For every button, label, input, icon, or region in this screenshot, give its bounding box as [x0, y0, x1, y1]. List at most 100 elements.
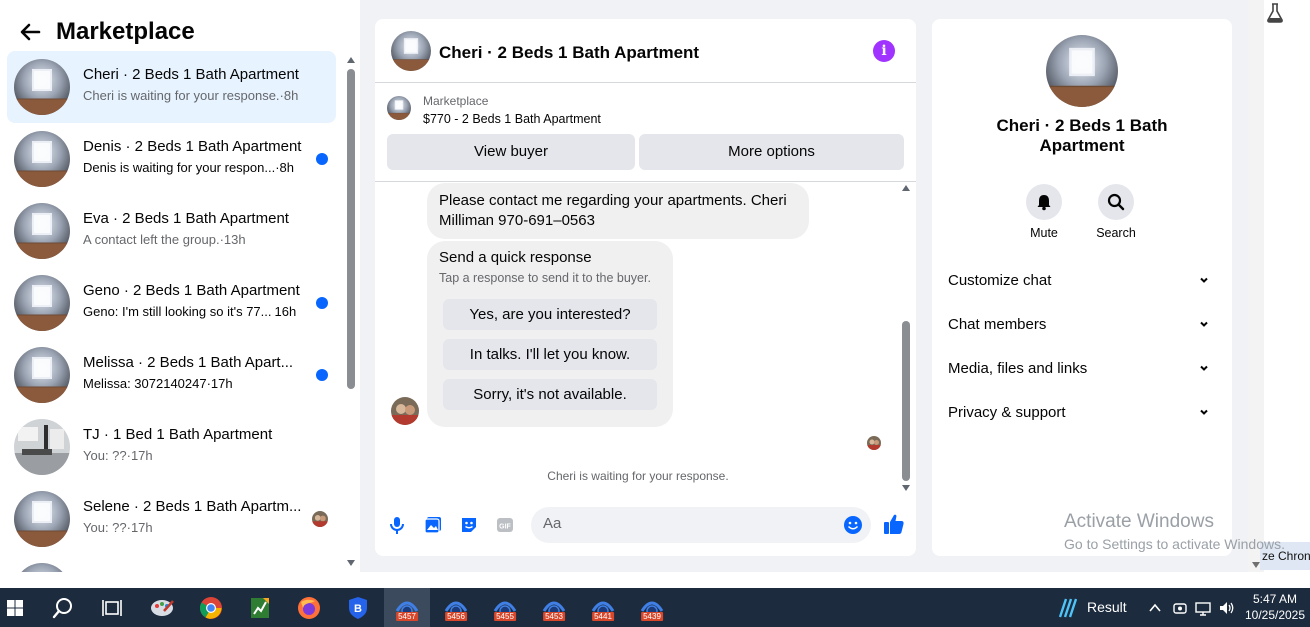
details-name: Cheri · 2 Beds 1 Bath Apartment: [996, 116, 1168, 155]
search-button[interactable]: Search: [1086, 184, 1146, 240]
sticker-icon[interactable]: [459, 515, 479, 535]
incoming-message: Please contact me regarding your apartme…: [427, 183, 809, 239]
avatar[interactable]: [391, 31, 431, 71]
task-view-button[interactable]: [90, 588, 134, 627]
thumbs-up-icon[interactable]: [883, 513, 905, 535]
conversation-item[interactable]: Cheri · 2 Beds 1 Bath Apartment Cheri is…: [7, 51, 336, 123]
view-buyer-button[interactable]: View buyer: [387, 134, 635, 170]
shield-icon: B: [349, 596, 367, 619]
search-circle[interactable]: [1098, 184, 1134, 220]
taskbar-app-chrome[interactable]: [189, 588, 233, 627]
weather-widget[interactable]: [1054, 588, 1080, 627]
customize-chat-section[interactable]: Customize chat: [948, 272, 1216, 296]
page-title: Marketplace: [56, 18, 195, 45]
taskbar-app-chart[interactable]: [238, 588, 282, 627]
instance-badge: 5441: [592, 612, 614, 621]
emoji-icon[interactable]: [843, 515, 863, 535]
chat-title[interactable]: Cheri · 2 Beds 1 Bath Apartment: [439, 43, 699, 63]
marketplace-listing: Marketplace $770 - 2 Beds 1 Bath Apartme…: [375, 84, 916, 182]
conversation-item[interactable]: TJ · 1 Bed 1 Bath Apartment You: ?? ·17h: [7, 411, 336, 483]
taskbar-app-instance[interactable]: 5457: [384, 588, 430, 627]
media-files-links-section[interactable]: Media, files and links: [948, 360, 1216, 384]
conversation-item[interactable]: Selene · 2 Beds 1 Bath Apartm... You: ??…: [7, 483, 336, 555]
message-input-box[interactable]: [531, 507, 871, 543]
mute-circle[interactable]: [1026, 184, 1062, 220]
scrollbar-thumb[interactable]: [902, 321, 910, 481]
taskbar-search[interactable]: [40, 588, 86, 627]
avatar: [14, 491, 70, 547]
avatar: [14, 203, 70, 259]
quick-reply-button[interactable]: Yes, are you interested?: [443, 299, 657, 330]
chat-header: Cheri · 2 Beds 1 Bath Apartment i: [375, 19, 916, 83]
avatar: [14, 419, 70, 475]
conversation-preview: A contact left the group. ·13h: [83, 232, 246, 247]
taskbar-app-instance[interactable]: 5456: [433, 588, 479, 627]
scroll-down-icon[interactable]: [902, 485, 910, 491]
labs-flask-icon[interactable]: [1265, 2, 1285, 24]
clock-date: 10/25/2025: [1244, 608, 1306, 622]
taskbar-app-paint[interactable]: [140, 588, 184, 627]
taskbar-app-firefox[interactable]: [287, 588, 331, 627]
taskbar-app-instance[interactable]: 5439: [629, 588, 675, 627]
avatar: [14, 59, 70, 115]
quick-reply-button[interactable]: Sorry, it's not available.: [443, 379, 657, 410]
mute-button[interactable]: Mute: [1014, 184, 1074, 240]
message-input[interactable]: [543, 515, 833, 532]
sidebar-scrollbar[interactable]: [344, 55, 358, 568]
instance-badge: 5457: [396, 612, 418, 621]
sidebar-header: Marketplace: [18, 16, 195, 48]
page-scrollbar[interactable]: [1248, 0, 1264, 572]
conversation-item[interactable]: [7, 555, 336, 572]
back-arrow-icon[interactable]: [18, 20, 42, 44]
photo-icon[interactable]: [423, 515, 443, 535]
network-button[interactable]: [1193, 588, 1213, 627]
privacy-support-section[interactable]: Privacy & support: [948, 404, 1216, 428]
chart-app-icon: [251, 597, 269, 618]
paint-palette-icon: [151, 599, 174, 616]
taskbar-app-instance[interactable]: 5455: [482, 588, 528, 627]
svg-text:B: B: [354, 603, 362, 615]
gif-icon[interactable]: GIF: [495, 515, 515, 535]
conversation-item[interactable]: Geno · 2 Beds 1 Bath Apartment Geno: I'm…: [7, 267, 336, 339]
quick-reply-button[interactable]: In talks. I'll let you know.: [443, 339, 657, 370]
section-label: Customize chat: [948, 272, 1052, 289]
scroll-down-icon[interactable]: [1252, 562, 1260, 568]
microphone-icon[interactable]: [387, 515, 407, 535]
taskbar-app-instance[interactable]: 5453: [531, 588, 577, 627]
tray-overflow-button[interactable]: [1146, 588, 1164, 627]
conversation-item[interactable]: Melissa · 2 Beds 1 Bath Apart... Melissa…: [7, 339, 336, 411]
volume-button[interactable]: [1216, 588, 1238, 627]
system-clock[interactable]: 5:47 AM 10/25/2025: [1244, 591, 1306, 623]
conversation-item[interactable]: Eva · 2 Beds 1 Bath Apartment A contact …: [7, 195, 336, 267]
taskbar-app-shield[interactable]: B: [336, 588, 380, 627]
start-button[interactable]: [0, 588, 30, 627]
firefox-icon: [298, 596, 320, 619]
seen-avatar: [312, 511, 328, 527]
conversation-name: Melissa · 2 Beds 1 Bath Apart...: [83, 354, 294, 371]
scroll-up-icon[interactable]: [902, 185, 910, 191]
section-label: Privacy & support: [948, 404, 1066, 421]
conversation-preview: You: ?? ·17h: [83, 448, 153, 463]
section-label: Media, files and links: [948, 360, 1088, 377]
conversation-item[interactable]: Denis · 2 Beds 1 Bath Apartment Denis is…: [7, 123, 336, 195]
chat-members-section[interactable]: Chat members: [948, 316, 1216, 340]
unread-dot: [316, 297, 328, 309]
scroll-up-icon[interactable]: [347, 57, 355, 63]
scrollbar-thumb[interactable]: [347, 69, 355, 389]
weather-result-label[interactable]: Result: [1087, 588, 1127, 627]
chat-scrollbar[interactable]: [899, 183, 913, 493]
info-icon[interactable]: i: [873, 40, 895, 62]
seen-avatar: [867, 436, 881, 450]
conversation-name: Eva · 2 Beds 1 Bath Apartment: [83, 210, 289, 227]
activate-windows-title: Activate Windows: [1064, 511, 1214, 532]
conversation-name: Selene · 2 Beds 1 Bath Apartm...: [83, 498, 302, 515]
conversation-name: TJ · 1 Bed 1 Bath Apartment: [83, 426, 273, 443]
scroll-down-icon[interactable]: [347, 560, 355, 566]
chevron-down-icon: [1200, 365, 1208, 371]
taskbar-app-instance[interactable]: 5441: [580, 588, 626, 627]
instance-badge: 5453: [543, 612, 565, 621]
quick-response-card: Send a quick response Tap a response to …: [427, 241, 673, 427]
more-options-button[interactable]: More options: [639, 134, 904, 170]
conversation-preview: Geno: I'm still looking so it's 77... 16h: [83, 304, 297, 319]
tray-app[interactable]: [1170, 588, 1190, 627]
